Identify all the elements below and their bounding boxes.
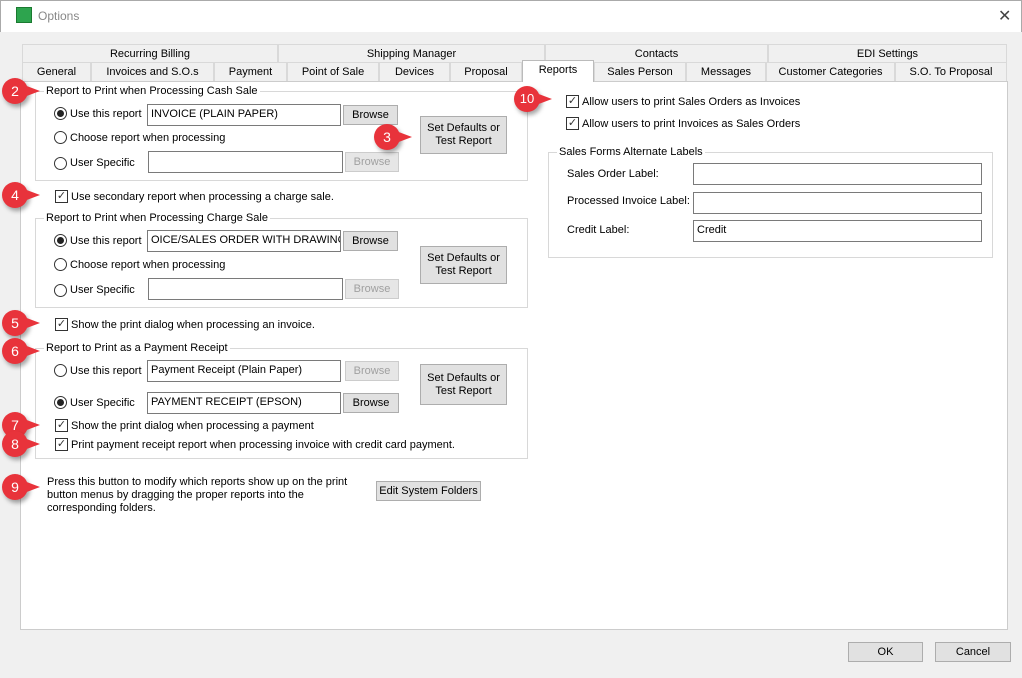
tab-shipping-manager[interactable]: Shipping Manager [278, 44, 545, 63]
tab-proposal[interactable]: Proposal [450, 62, 522, 81]
allow-so-as-invoice-checkbox[interactable]: ✓ [566, 95, 579, 108]
tab-point-of-sale[interactable]: Point of Sale [287, 62, 379, 81]
charge-user-specific-radio[interactable] [54, 284, 67, 297]
charge-user-specific-label: User Specific [70, 284, 135, 296]
show-dialog-invoice-checkbox[interactable]: ✓ [55, 318, 68, 331]
tab-edi-settings[interactable]: EDI Settings [768, 44, 1007, 63]
sales-order-label: Sales Order Label: [567, 168, 659, 180]
charge-sale-legend: Report to Print when Processing Charge S… [44, 212, 270, 224]
tab-reports[interactable]: Reports [522, 60, 594, 82]
receipt-use-this-report-label: Use this report [70, 365, 142, 377]
cancel-button[interactable]: Cancel [935, 642, 1011, 662]
cash-choose-report-label: Choose report when processing [70, 132, 226, 144]
folders-description: Press this button to modify which report… [47, 476, 348, 514]
receipt-set-defaults-button[interactable]: Set Defaults or Test Report [420, 364, 507, 405]
callout-marker: 2 [2, 78, 40, 104]
tab-invoices[interactable]: Invoices and S.O.s [91, 62, 214, 81]
title-bar [0, 0, 1022, 32]
allow-so-as-invoice-label: Allow users to print Sales Orders as Inv… [582, 96, 801, 108]
charge-user-report-field[interactable] [148, 278, 343, 300]
processed-invoice-label: Processed Invoice Label: [567, 195, 690, 207]
secondary-report-checkbox[interactable]: ✓ [55, 190, 68, 203]
show-dialog-payment-label: Show the print dialog when processing a … [71, 420, 314, 432]
window-title: Options [38, 9, 80, 23]
tab-payment[interactable]: Payment [214, 62, 287, 81]
edit-system-folders-button[interactable]: Edit System Folders [376, 481, 481, 501]
cash-user-report-field[interactable] [148, 151, 343, 173]
receipt-use-this-report-radio[interactable] [54, 364, 67, 377]
tab-recurring-billing[interactable]: Recurring Billing [22, 44, 278, 63]
ok-button[interactable]: OK [848, 642, 923, 662]
payment-receipt-legend: Report to Print as a Payment Receipt [44, 342, 230, 354]
close-icon[interactable]: ✕ [998, 6, 1011, 26]
receipt-user-browse-button[interactable]: Browse [343, 393, 399, 413]
tab-sales-person[interactable]: Sales Person [594, 62, 686, 81]
receipt-browse-button[interactable]: Browse [345, 361, 399, 381]
cash-user-browse-button[interactable]: Browse [345, 152, 399, 172]
cash-choose-report-radio[interactable] [54, 131, 67, 144]
cash-sale-legend: Report to Print when Processing Cash Sal… [44, 85, 260, 97]
receipt-user-report-field[interactable]: PAYMENT RECEIPT (EPSON) [147, 392, 341, 414]
credit-label-field[interactable]: Credit [693, 220, 982, 242]
charge-set-defaults-button[interactable]: Set Defaults or Test Report [420, 246, 507, 284]
sales-order-label-field[interactable] [693, 163, 982, 185]
cash-user-specific-radio[interactable] [54, 157, 67, 170]
callout-marker: 9 [2, 474, 40, 500]
cash-report-field[interactable]: INVOICE (PLAIN PAPER) [147, 104, 341, 126]
app-icon [16, 7, 32, 23]
callout-marker: 10 [514, 86, 552, 112]
cash-use-this-report-label: Use this report [70, 108, 142, 120]
callout-marker: 3 [374, 124, 412, 150]
credit-label: Credit Label: [567, 224, 630, 236]
alternate-labels-legend: Sales Forms Alternate Labels [557, 146, 705, 158]
tab-so-to-proposal[interactable]: S.O. To Proposal [895, 62, 1007, 81]
charge-choose-report-label: Choose report when processing [70, 259, 226, 271]
charge-browse-button[interactable]: Browse [343, 231, 398, 251]
charge-report-field[interactable]: OICE/SALES ORDER WITH DRAWING [147, 230, 341, 252]
show-dialog-invoice-label: Show the print dialog when processing an… [71, 319, 315, 331]
processed-invoice-label-field[interactable] [693, 192, 982, 214]
cash-user-specific-label: User Specific [70, 157, 135, 169]
receipt-user-specific-label: User Specific [70, 397, 135, 409]
cash-set-defaults-button[interactable]: Set Defaults or Test Report [420, 116, 507, 154]
cash-browse-button[interactable]: Browse [343, 105, 398, 125]
callout-marker: 4 [2, 182, 40, 208]
charge-use-this-report-label: Use this report [70, 235, 142, 247]
tab-general[interactable]: General [22, 62, 91, 81]
tab-customer-categories[interactable]: Customer Categories [766, 62, 895, 81]
callout-marker: 8 [2, 431, 40, 457]
callout-marker: 5 [2, 310, 40, 336]
charge-user-browse-button[interactable]: Browse [345, 279, 399, 299]
print-cc-receipt-label: Print payment receipt report when proces… [71, 439, 455, 451]
charge-choose-report-radio[interactable] [54, 258, 67, 271]
print-cc-receipt-checkbox[interactable]: ✓ [55, 438, 68, 451]
cash-use-this-report-radio[interactable] [54, 107, 67, 120]
receipt-user-specific-radio[interactable] [54, 396, 67, 409]
allow-invoice-as-so-checkbox[interactable]: ✓ [566, 117, 579, 130]
tab-messages[interactable]: Messages [686, 62, 766, 81]
receipt-report-field[interactable]: Payment Receipt (Plain Paper) [147, 360, 341, 382]
show-dialog-payment-checkbox[interactable]: ✓ [55, 419, 68, 432]
charge-use-this-report-radio[interactable] [54, 234, 67, 247]
callout-marker: 6 [2, 338, 40, 364]
allow-invoice-as-so-label: Allow users to print Invoices as Sales O… [582, 118, 801, 130]
tab-devices[interactable]: Devices [379, 62, 450, 81]
secondary-report-label: Use secondary report when processing a c… [71, 191, 334, 203]
